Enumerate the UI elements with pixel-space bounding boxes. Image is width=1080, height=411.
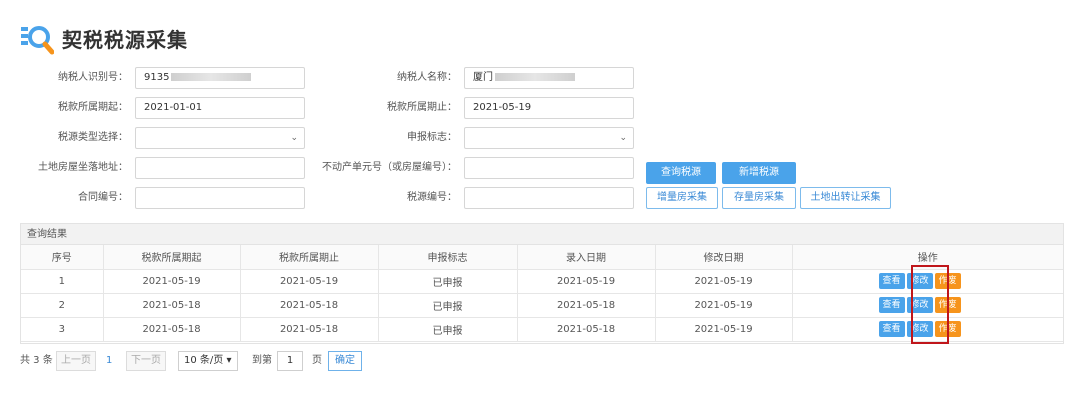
- cell-index: 2: [21, 293, 104, 318]
- cell-declare-flag: 已申报: [378, 317, 518, 342]
- goto-suffix: 页: [312, 355, 322, 366]
- source-no-input[interactable]: [464, 187, 634, 209]
- cell-period-start: 2021-05-18: [103, 293, 241, 318]
- add-source-button[interactable]: 新增税源: [722, 162, 796, 184]
- address-label: 土地房屋坐落地址：: [38, 162, 128, 173]
- cell-modify-date: 2021-05-19: [655, 293, 793, 318]
- address-input[interactable]: [135, 157, 305, 179]
- query-source-button[interactable]: 查询税源: [646, 162, 716, 184]
- table-header-row: 序号 税款所属期起 税款所属期止 申报标志 录入日期 修改日期 操作: [21, 245, 1063, 270]
- goto-prefix: 到第: [252, 355, 272, 366]
- cell-modify-date: 2021-05-19: [655, 269, 793, 294]
- source-type-select[interactable]: ⌄: [135, 127, 305, 149]
- col-entry-date: 录入日期: [517, 245, 656, 270]
- results-table: 序号 税款所属期起 税款所属期止 申报标志 录入日期 修改日期 操作 1 202…: [21, 245, 1063, 342]
- table-row: 3 2021-05-18 2021-05-18 已申报 2021-05-18 2…: [21, 317, 1063, 342]
- masked-text: [171, 73, 252, 81]
- land-transfer-button[interactable]: 土地出转让采集: [800, 187, 891, 209]
- page-title: 契税税源采集: [62, 28, 188, 52]
- cell-period-start: 2021-05-19: [103, 269, 241, 294]
- source-type-label: 税源类型选择：: [58, 132, 128, 143]
- contract-no-label: 合同编号：: [78, 192, 128, 203]
- col-index: 序号: [21, 245, 104, 270]
- taxpayer-name-input[interactable]: 厦门: [464, 67, 634, 89]
- cell-entry-date: 2021-05-18: [517, 317, 656, 342]
- unit-no-label: 不动产单元号（或房屋编号）：: [322, 162, 457, 173]
- stock-house-button[interactable]: 存量房采集: [722, 187, 796, 209]
- goto-confirm-button[interactable]: 确定: [328, 351, 362, 371]
- results-caption: 查询结果: [21, 224, 1063, 245]
- taxpayer-id-input[interactable]: 9135: [135, 67, 305, 89]
- cell-declare-flag: 已申报: [378, 293, 518, 318]
- page-size-select[interactable]: 10 条/页 ▾: [178, 351, 238, 371]
- period-end-input[interactable]: 2021-05-19: [464, 97, 634, 119]
- results-panel: 查询结果 序号 税款所属期起 税款所属期止 申报标志 录入日期 修改日期 操作 …: [20, 223, 1064, 344]
- period-end-label: 税款所属期止：: [387, 102, 457, 113]
- taxpayer-id-label: 纳税人识别号：: [58, 72, 128, 83]
- cell-period-start: 2021-05-18: [103, 317, 241, 342]
- chevron-down-icon: ⌄: [290, 133, 298, 143]
- view-button[interactable]: 查看: [878, 297, 905, 313]
- period-start-input[interactable]: 2021-01-01: [135, 97, 305, 119]
- declare-flag-label: 申报标志：: [407, 132, 457, 143]
- col-declare-flag: 申报标志: [378, 245, 518, 270]
- cell-declare-flag: 已申报: [378, 269, 518, 294]
- taxpayer-name-label: 纳税人名称：: [397, 72, 457, 83]
- view-button[interactable]: 查看: [878, 321, 905, 337]
- cell-entry-date: 2021-05-18: [517, 293, 656, 318]
- chevron-down-icon: ⌄: [619, 133, 627, 143]
- col-period-end: 税款所属期止: [240, 245, 379, 270]
- col-period-start: 税款所属期起: [103, 245, 241, 270]
- prev-page-button[interactable]: 上一页: [56, 351, 96, 371]
- view-button[interactable]: 查看: [878, 273, 905, 289]
- source-no-label: 税源编号：: [407, 192, 457, 203]
- table-row: 2 2021-05-18 2021-05-18 已申报 2021-05-18 2…: [21, 293, 1063, 318]
- total-count: 共 3 条: [20, 355, 53, 366]
- incremental-house-button[interactable]: 增量房采集: [646, 187, 718, 209]
- taxpayer-id-value: 9135: [144, 72, 170, 83]
- masked-text: [495, 73, 575, 81]
- current-page[interactable]: 1: [106, 351, 112, 371]
- declare-flag-select[interactable]: ⌄: [464, 127, 634, 149]
- contract-no-input[interactable]: [135, 187, 305, 209]
- cell-entry-date: 2021-05-19: [517, 269, 656, 294]
- search-doc-icon: [21, 26, 54, 55]
- next-page-button[interactable]: 下一页: [126, 351, 166, 371]
- table-row: 1 2021-05-19 2021-05-19 已申报 2021-05-19 2…: [21, 269, 1063, 294]
- cell-period-end: 2021-05-19: [240, 269, 379, 294]
- taxpayer-name-value: 厦门: [473, 72, 493, 83]
- cell-modify-date: 2021-05-19: [655, 317, 793, 342]
- cell-index: 3: [21, 317, 104, 342]
- edit-column-highlight: [911, 265, 949, 344]
- cell-period-end: 2021-05-18: [240, 293, 379, 318]
- period-start-label: 税款所属期起：: [58, 102, 128, 113]
- col-modify-date: 修改日期: [655, 245, 793, 270]
- goto-page-input[interactable]: 1: [277, 351, 303, 371]
- cell-index: 1: [21, 269, 104, 294]
- cell-period-end: 2021-05-18: [240, 317, 379, 342]
- unit-no-input[interactable]: [464, 157, 634, 179]
